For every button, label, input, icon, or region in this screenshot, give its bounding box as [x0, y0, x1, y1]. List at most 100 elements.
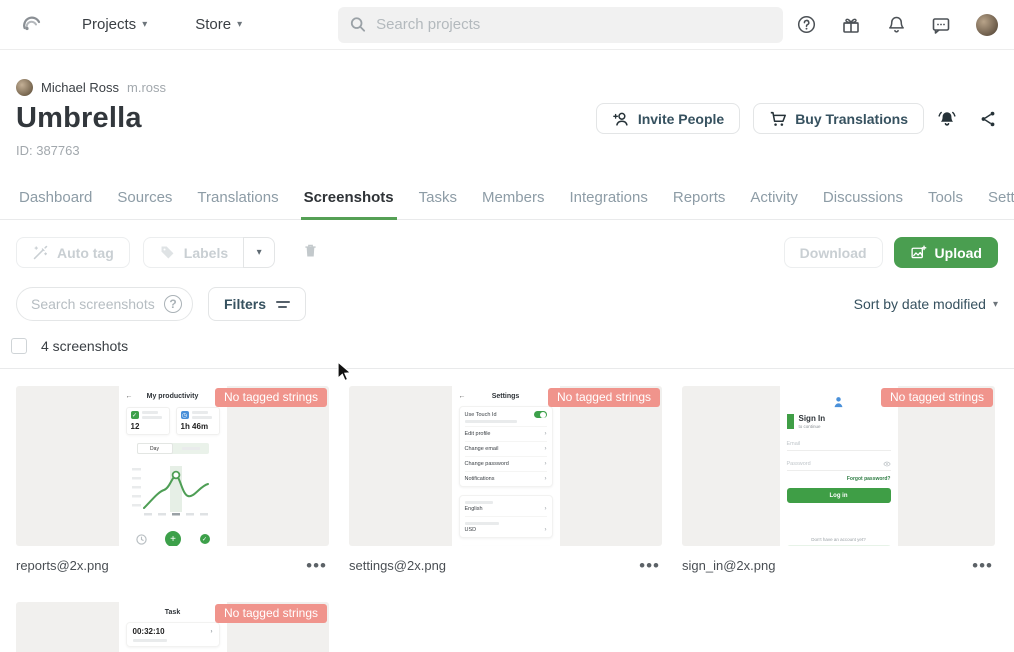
no-tagged-strings-badge: No tagged strings — [548, 388, 660, 407]
nav-store-label: Store — [195, 16, 231, 33]
screenshots-toolbar: Auto tag Labels ▾ Download Upload — [0, 237, 1014, 268]
mini-signin-subtitle: to continue — [799, 424, 826, 429]
header-actions: Invite People Buy Translations — [596, 103, 998, 134]
auto-tag-label: Auto tag — [57, 245, 114, 261]
no-tagged-strings-badge: No tagged strings — [215, 388, 327, 407]
mini-language-value: English — [465, 506, 483, 512]
search-icon — [350, 16, 366, 33]
more-options-icon[interactable]: ••• — [970, 562, 995, 570]
tab-settings[interactable]: Settings — [985, 183, 1014, 219]
labels-button[interactable]: Labels — [143, 237, 243, 268]
mini-line-chart — [130, 460, 216, 523]
user-avatar[interactable] — [976, 14, 998, 36]
eye-icon — [883, 461, 891, 467]
mini-day-week-toggle: Day — [137, 443, 209, 454]
mini-task-screen: Task ⌄ 00:32:10 › — [119, 602, 227, 652]
delete-trash-icon[interactable] — [302, 242, 319, 264]
help-icon[interactable] — [796, 15, 816, 35]
download-button[interactable]: Download — [784, 237, 883, 268]
screenshot-thumbnail[interactable]: Task ⌄ 00:32:10 › No tagged strings — [16, 602, 329, 652]
labels-dropdown-arrow[interactable]: ▾ — [243, 237, 275, 268]
download-label: Download — [800, 245, 867, 261]
mini-back-icon: ← — [459, 393, 466, 400]
tab-translations[interactable]: Translations — [194, 183, 281, 219]
no-tagged-strings-badge: No tagged strings — [881, 388, 993, 407]
mini-signin-title: Sign In — [799, 414, 826, 423]
mini-signin-screen: Sign In to continue Email Password Forgo… — [780, 386, 898, 546]
mini-password-placeholder: Password — [787, 461, 811, 467]
mini-back-icon: ← — [126, 393, 133, 400]
screenshot-card-reports: ←My productivity ✓ 12 ◷ 1h 46m Day — [16, 386, 329, 573]
tab-screenshots[interactable]: Screenshots — [301, 183, 397, 220]
topbar-icons — [796, 14, 998, 36]
tab-discussions[interactable]: Discussions — [820, 183, 906, 219]
auto-tag-button[interactable]: Auto tag — [16, 237, 130, 268]
mini-stat-time: ◷ 1h 46m — [176, 407, 220, 435]
screenshots-search[interactable]: ? — [16, 287, 193, 321]
chevron-down-icon: ▾ — [142, 19, 147, 30]
upload-button[interactable]: Upload — [894, 237, 998, 268]
filter-icon — [276, 301, 290, 308]
mini-row-label: Change password — [465, 461, 509, 467]
screenshot-filename[interactable]: reports@2x.png — [16, 558, 109, 573]
tab-dashboard[interactable]: Dashboard — [16, 183, 95, 219]
mini-app-logo-icon — [832, 396, 845, 409]
tab-tasks[interactable]: Tasks — [416, 183, 460, 219]
crowdin-logo-icon[interactable] — [16, 10, 46, 40]
image-add-icon — [910, 244, 927, 261]
nav-projects[interactable]: Projects ▾ — [82, 16, 147, 33]
tab-activity[interactable]: Activity — [747, 183, 801, 219]
project-header: Michael Ross m.ross Umbrella Invite Peop… — [0, 79, 1014, 158]
project-tabs: Dashboard Sources Translations Screensho… — [0, 183, 1014, 220]
nav-store[interactable]: Store ▾ — [195, 16, 242, 33]
global-search-input[interactable] — [376, 16, 771, 33]
mini-task-timer: 00:32:10 — [133, 627, 165, 636]
chevron-right-icon: › — [545, 527, 547, 533]
screenshot-card-settings: ←Settings Use Touch Id Edit profile› Cha… — [349, 386, 662, 573]
mini-create-account-button: Create account — [787, 545, 891, 546]
screenshot-filename[interactable]: sign_in@2x.png — [682, 558, 775, 573]
messages-icon[interactable] — [931, 15, 951, 35]
invite-people-label: Invite People — [638, 111, 724, 127]
more-options-icon[interactable]: ••• — [304, 562, 329, 570]
mini-toggle-on — [534, 411, 547, 418]
notifications-bell-icon[interactable] — [886, 15, 906, 35]
gift-icon[interactable] — [841, 15, 861, 35]
mini-brand-block — [787, 414, 794, 429]
more-options-icon[interactable]: ••• — [637, 562, 662, 570]
filters-label: Filters — [224, 296, 266, 312]
page-title: Umbrella — [16, 102, 142, 135]
mini-row-label: Notifications — [465, 476, 495, 482]
project-owner[interactable]: Michael Ross m.ross — [16, 79, 998, 96]
cart-icon — [769, 110, 787, 128]
mini-title: Settings — [492, 393, 520, 400]
mini-login-button: Log in — [787, 488, 891, 503]
chevron-right-icon: › — [545, 476, 547, 482]
owner-username: m.ross — [127, 80, 166, 95]
mini-stat-value: 12 — [131, 422, 165, 431]
screenshot-thumbnail[interactable]: ←Settings Use Touch Id Edit profile› Cha… — [349, 386, 662, 546]
select-all-checkbox[interactable] — [11, 338, 27, 354]
chevron-right-icon: › — [545, 506, 547, 512]
screenshot-filename[interactable]: settings@2x.png — [349, 558, 446, 573]
screenshot-thumbnail[interactable]: Sign In to continue Email Password Forgo… — [682, 386, 995, 546]
filters-button[interactable]: Filters — [208, 287, 306, 321]
tab-reports[interactable]: Reports — [670, 183, 729, 219]
screenshots-search-input[interactable] — [31, 296, 164, 312]
watch-bell-icon[interactable] — [937, 109, 957, 129]
chevron-right-icon: › — [545, 461, 547, 467]
tab-tools[interactable]: Tools — [925, 183, 966, 219]
search-help-icon[interactable]: ? — [164, 295, 182, 313]
mini-clock-icon — [136, 534, 147, 545]
tab-integrations[interactable]: Integrations — [566, 183, 650, 219]
tab-members[interactable]: Members — [479, 183, 548, 219]
buy-translations-button[interactable]: Buy Translations — [753, 103, 924, 134]
invite-people-button[interactable]: Invite People — [596, 103, 740, 134]
global-search[interactable] — [338, 7, 783, 43]
screenshot-thumbnail[interactable]: ←My productivity ✓ 12 ◷ 1h 46m Day — [16, 386, 329, 546]
sort-dropdown[interactable]: Sort by date modified ▾ — [854, 296, 998, 312]
person-add-icon — [612, 110, 630, 128]
screenshot-card-signin: Sign In to continue Email Password Forgo… — [682, 386, 995, 573]
tab-sources[interactable]: Sources — [114, 183, 175, 219]
share-icon[interactable] — [978, 109, 998, 129]
